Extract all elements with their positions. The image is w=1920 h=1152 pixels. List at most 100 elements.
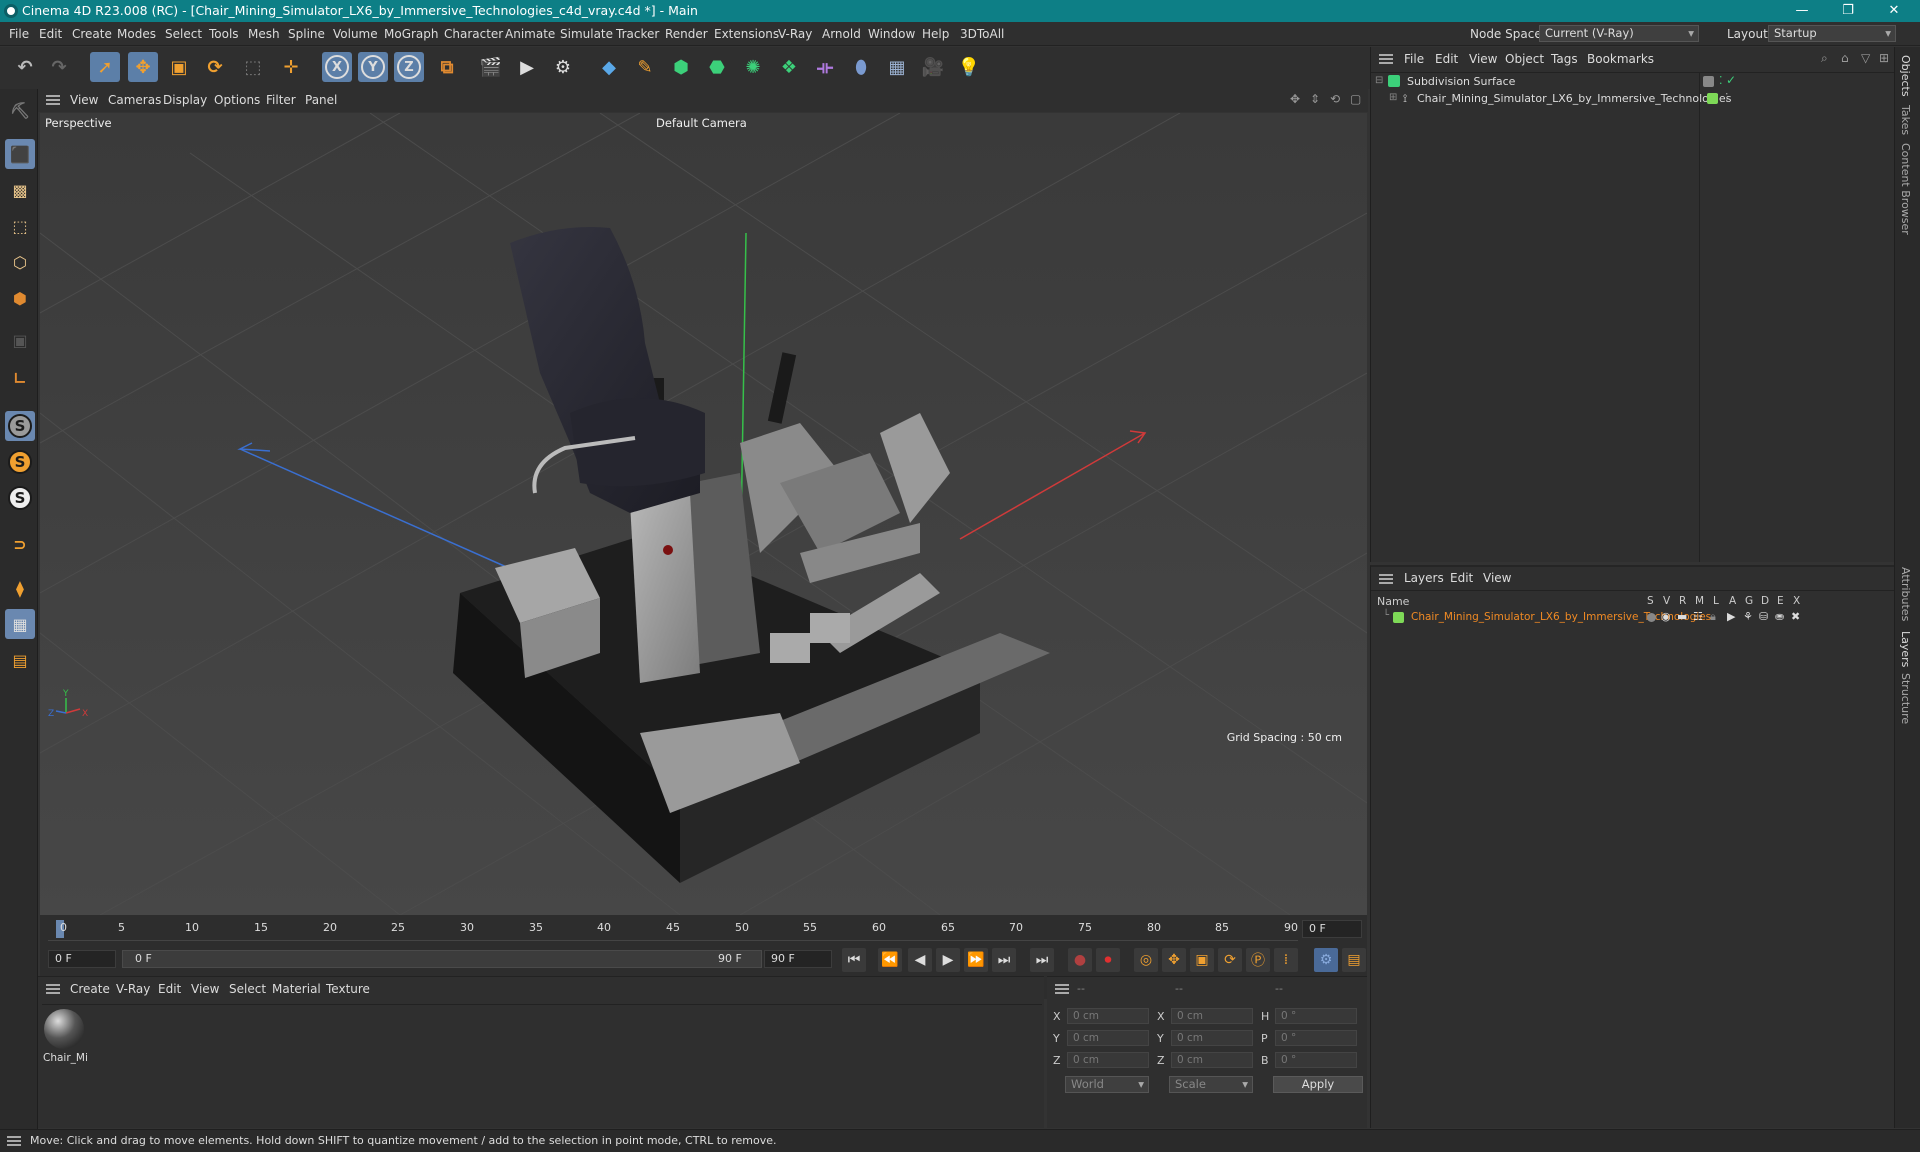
pos-x-field[interactable]: 0 cm [1067,1008,1149,1024]
collapse-icon[interactable]: ⊟ [1375,75,1383,86]
layout-select[interactable]: Startup [1768,25,1896,42]
pos-z-field[interactable]: 0 cm [1067,1052,1149,1068]
scale-tool-icon[interactable]: ▣ [164,52,194,82]
tab-structure[interactable]: Structure [1899,673,1912,724]
objects-menu-file[interactable]: File [1404,52,1424,66]
menu-3dtoall[interactable]: 3DToAll [960,27,1004,41]
menu-spline[interactable]: Spline [288,27,325,41]
menu-tracker[interactable]: Tracker [616,27,659,41]
deformer-icon[interactable]: ⛁ [1759,610,1768,623]
minimize-button[interactable]: — [1780,0,1824,22]
rot-h-field[interactable]: 0 ° [1275,1008,1357,1024]
menu-mesh[interactable]: Mesh [248,27,280,41]
size-y-field[interactable]: 0 cm [1171,1030,1253,1046]
rotate-tool-icon[interactable]: ⟳ [200,52,230,82]
menu-animate[interactable]: Animate [505,27,555,41]
go-to-end-icon[interactable]: ⏭ [1030,948,1054,972]
coord-mode-select[interactable]: Scale [1169,1076,1253,1093]
cloner-icon[interactable]: ✺ [738,52,768,82]
material-item[interactable]: Chair_Mi [42,1005,88,1065]
menu-vray[interactable]: V-Ray [778,27,812,41]
viewport-menu-icon[interactable] [46,95,60,105]
coord-space-select[interactable]: World [1065,1076,1149,1093]
tab-layers[interactable]: Layers [1899,631,1912,667]
locked-workplane-icon[interactable]: ▤ [5,645,35,675]
material-menu-edit[interactable]: Edit [158,982,181,996]
uv-mode-icon[interactable]: ▣ [5,325,35,355]
viewport-rotate-icon[interactable]: ⟲ [1330,92,1340,106]
rot-p-field[interactable]: 0 ° [1275,1030,1357,1046]
material-menu-create[interactable]: Create [70,982,110,996]
undo-icon[interactable]: ↶ [10,52,40,82]
viewport-menu-options[interactable]: Options [214,93,260,107]
tab-takes[interactable]: Takes [1899,105,1912,135]
close-button[interactable]: ✕ [1872,0,1916,22]
menu-file[interactable]: File [9,27,29,41]
model-mode-icon[interactable]: ⬛ [5,139,35,169]
size-x-field[interactable]: 0 cm [1171,1008,1253,1024]
record-icon[interactable]: ● [1068,948,1092,972]
status-menu-icon[interactable] [7,1136,21,1146]
viewport-menu-filter[interactable]: Filter [266,93,296,107]
menu-help[interactable]: Help [922,27,949,41]
pos-y-field[interactable]: 0 cm [1067,1030,1149,1046]
last-tool-icon[interactable]: ⬚ [238,52,268,82]
menu-character[interactable]: Character [444,27,503,41]
objects-menu-tags[interactable]: Tags [1551,52,1578,66]
next-frame-icon[interactable]: ⏩ [964,948,988,972]
polygons-mode-icon[interactable]: ⬢ [5,283,35,313]
edges-mode-icon[interactable]: ⬡ [5,247,35,277]
menu-modes[interactable]: Modes [117,27,156,41]
viewport-menu-display[interactable]: Display [163,93,207,107]
autokey-icon[interactable]: ⏺ [1096,948,1120,972]
material-menu-texture[interactable]: Texture [326,982,370,996]
animation-play-icon[interactable]: ▶ [1727,610,1735,623]
play-icon[interactable]: ▶ [936,948,960,972]
key-position-icon[interactable]: ✥ [1162,948,1186,972]
tweak-magnet-icon[interactable]: ⊃ [5,529,35,559]
key-parameter-icon[interactable]: Ⓟ [1246,948,1270,972]
manager-icon[interactable]: ☷ [1693,610,1703,623]
axis-mode-icon[interactable]: ∟ [5,363,35,393]
lock-icon[interactable]: 🔒︎ [1710,610,1716,624]
object-layer-icon[interactable] [1703,76,1714,87]
timeline-window-icon[interactable]: ⚙ [1314,948,1338,972]
coords-menu-icon[interactable] [1055,984,1069,994]
object-row[interactable]: ⊟ Subdivision Surface ⁚ ✓ [1371,73,1895,90]
snap-toggle[interactable]: S [5,411,35,441]
menu-tools[interactable]: Tools [209,27,239,41]
material-menu-icon[interactable] [46,984,60,994]
menu-create[interactable]: Create [72,27,112,41]
subdivision-surface-icon[interactable]: ⬢ [666,52,696,82]
objects-menu-object[interactable]: Object [1505,52,1544,66]
floor-grid-icon[interactable]: ▦ [882,52,912,82]
menu-simulate[interactable]: Simulate [560,27,613,41]
snap-workplane[interactable]: S [5,483,35,513]
home-icon[interactable]: ⌂ [1841,51,1849,65]
keyframe-selection-icon[interactable]: ◎ [1134,948,1158,972]
layers-menu-icon[interactable] [1379,574,1393,584]
axis-z-lock[interactable]: Z [394,52,424,82]
next-key-icon[interactable]: ⏭ [992,948,1016,972]
eye-icon[interactable]: ◉ [1661,610,1671,623]
visibility-dots-icon[interactable]: ⁚ [1719,74,1723,87]
end-frame-field[interactable]: 90 F [764,950,832,968]
axis-x-lock[interactable]: X [322,52,352,82]
viewport-menu-view[interactable]: View [70,93,98,107]
render-picture-viewer-icon[interactable]: ▶ [512,52,542,82]
material-menu-view[interactable]: View [191,982,219,996]
previous-key-icon[interactable]: ⏪ [878,948,902,972]
redo-icon[interactable]: ↷ [44,52,74,82]
light-bulb-icon[interactable]: 💡 [954,52,984,82]
enabled-check-icon[interactable]: ✓ [1726,73,1736,87]
expand-icon[interactable]: ⊞ [1389,92,1397,103]
coordinate-system-icon[interactable]: ⧉ [432,52,462,82]
deformer-bend-icon[interactable]: ⟛ [810,52,840,82]
menu-extensions[interactable]: Extensions [714,27,779,41]
dope-sheet-icon[interactable]: ▤ [1342,948,1366,972]
texture-mode-icon[interactable]: ▩ [5,175,35,205]
expression-icon[interactable]: ⛂ [1775,610,1784,623]
menu-mograph[interactable]: MoGraph [384,27,439,41]
objects-menu-view[interactable]: View [1469,52,1497,66]
layer-row[interactable]: └ Chair_Mining_Simulator_LX6_by_Immersiv… [1371,609,1895,626]
